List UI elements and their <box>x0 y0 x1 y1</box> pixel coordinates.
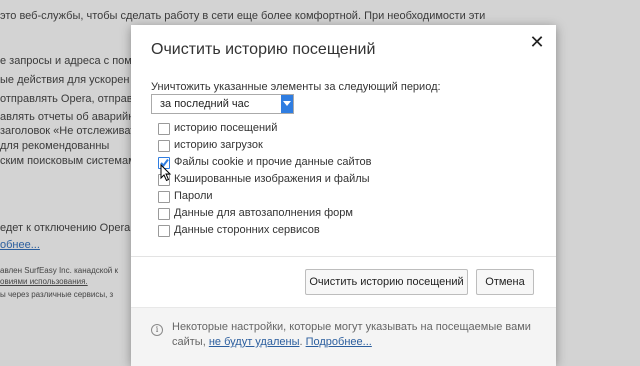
divider <box>131 256 556 257</box>
bg-text-line: заголовок «Не отслеживать <box>0 125 141 137</box>
close-button[interactable]: ✕ <box>528 33 546 51</box>
downloads-checkbox[interactable] <box>158 140 170 152</box>
bg-text-line: ским поисковым системам <box>0 155 136 167</box>
clear-history-dialog: Очистить историю посещений ✕ Уничтожить … <box>131 25 556 366</box>
dialog-title: Очистить историю посещений <box>151 41 376 58</box>
info-icon: i <box>151 324 163 336</box>
period-select[interactable]: за последний час <box>151 94 294 114</box>
third-party-checkbox[interactable] <box>158 225 170 237</box>
bg-text-line: ые действия для ускорен <box>0 74 130 86</box>
close-icon: ✕ <box>529 32 545 52</box>
option-label: Данные сторонних сервисов <box>174 224 320 236</box>
not-deleted-link[interactable]: не будут удалены <box>209 336 300 348</box>
footer-note: Некоторые настройки, которые могут указы… <box>172 321 531 348</box>
dialog-footer: i Некоторые настройки, которые могут ука… <box>131 307 556 366</box>
option-label: Данные для автозаполнения форм <box>174 207 353 219</box>
history-checkbox[interactable] <box>158 123 170 135</box>
option-label: Пароли <box>174 190 213 202</box>
period-select-value: за последний час <box>160 98 250 110</box>
option-label: историю загрузок <box>174 139 263 151</box>
option-label: Кэшированные изображения и файлы <box>174 173 370 185</box>
bg-terms-link[interactable]: овиями использования. <box>0 277 88 286</box>
chevron-down-icon[interactable] <box>281 95 293 113</box>
cancel-button[interactable]: Отмена <box>476 269 534 295</box>
bg-small-text: ы через различные сервисы, з <box>0 290 114 299</box>
bg-text-line: для рекомендованны <box>0 140 110 152</box>
bg-text-line: авлять отчеты об аварийн <box>0 111 135 123</box>
option-label: Файлы cookie и прочие данные сайтов <box>174 156 372 168</box>
bg-text-line: это веб-службы, чтобы сделать работу в с… <box>0 10 486 22</box>
option-label: историю посещений <box>174 122 278 134</box>
bg-text-line: отправлять Opera, отправля <box>0 93 145 105</box>
mouse-cursor-icon <box>160 164 172 182</box>
more-info-link[interactable]: Подробнее... <box>306 336 372 348</box>
autofill-checkbox[interactable] <box>158 208 170 220</box>
period-label: Уничтожить указанные элементы за следующ… <box>151 81 441 93</box>
bg-more-link[interactable]: обнее... <box>0 239 40 251</box>
bg-text-line: едет к отключению Opera <box>0 222 131 234</box>
bg-small-text: авлен SurfEasy Inc. канадской к <box>0 266 118 275</box>
clear-history-button[interactable]: Очистить историю посещений <box>305 269 468 295</box>
bg-text-line: е запросы и адреса с пом <box>0 55 132 67</box>
passwords-checkbox[interactable] <box>158 191 170 203</box>
